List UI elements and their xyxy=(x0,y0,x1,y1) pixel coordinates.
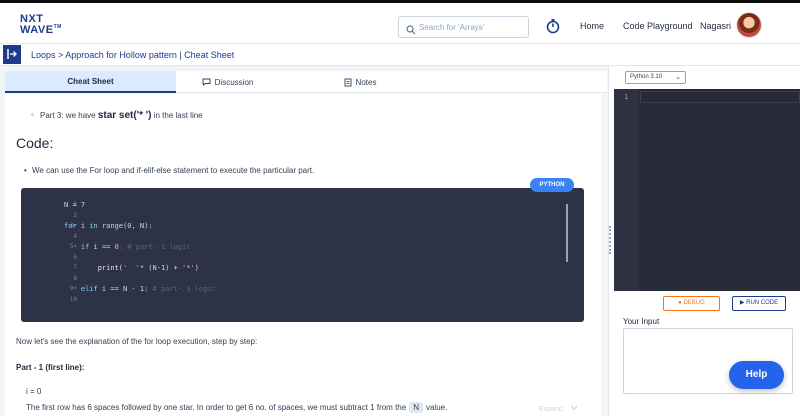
bullet-icon: ◦ xyxy=(31,110,34,119)
inline-code-n: N xyxy=(409,402,423,413)
tab-cheat-sheet[interactable]: Cheat Sheet xyxy=(5,71,176,93)
breadcrumb-bar: Loops > Approach for Hollow pattern | Ch… xyxy=(0,44,800,66)
expand-sidebar-icon xyxy=(7,49,17,59)
search-icon xyxy=(406,22,416,35)
code-heading: Code: xyxy=(16,135,54,151)
code-line-7: print(' '* (N-1) + '*') xyxy=(97,264,199,272)
selected-language: Python 3.10 xyxy=(630,74,663,80)
bug-icon: ● xyxy=(678,300,682,306)
avatar[interactable] xyxy=(736,12,762,38)
part3-text: ◦ Part 3: we have star set('* ') in the … xyxy=(31,110,203,121)
run-code-label: RUN CODE xyxy=(746,300,779,306)
part3-suffix: in the last line xyxy=(151,111,203,120)
nav-home-link[interactable]: Home xyxy=(580,21,604,31)
notes-icon xyxy=(344,78,351,86)
language-select[interactable]: Python 3.10 ⌄ xyxy=(625,71,686,84)
code-block: 1 2 3▾ 4 5▾ 6 7 8 9▾ 10 N = 7 for i in r… xyxy=(21,188,584,413)
code-editor[interactable]: 1 xyxy=(614,89,800,291)
part3-bold: star set('* ') xyxy=(97,110,152,121)
language-badge: PYTHON xyxy=(530,178,574,192)
panel-resize-handle[interactable] xyxy=(609,226,612,254)
part1-heading: Part - 1 (first line): xyxy=(16,363,85,372)
debug-label: DEBUG xyxy=(683,300,705,306)
code-line-9: elif i == N - 1: # part- 3 logic xyxy=(80,285,216,293)
help-button[interactable]: Help xyxy=(729,361,784,389)
i-zero-text: i = 0 xyxy=(26,387,42,396)
code-line-1: N = 7 xyxy=(64,201,86,209)
chevron-down-icon xyxy=(570,405,578,411)
first-row-text: The first row has 6 spaces followed by o… xyxy=(26,402,447,413)
for-loop-sentence: We can use the For loop and if-elif-else… xyxy=(32,166,315,175)
content-tabs: Cheat Sheet Discussion Notes xyxy=(5,71,607,93)
play-icon: ▶ xyxy=(739,300,745,306)
breadcrumb[interactable]: Loops > Approach for Hollow pattern | Ch… xyxy=(31,50,234,60)
editor-line-number: 1 xyxy=(624,93,629,101)
tab-notes[interactable]: Notes xyxy=(310,71,410,93)
user-name[interactable]: Nagasri xyxy=(700,21,731,31)
chevron-down-icon: ⌄ xyxy=(675,74,681,81)
timer-icon[interactable] xyxy=(546,18,560,34)
bullet-icon: • xyxy=(24,166,27,175)
your-input-label: Your Input xyxy=(623,317,660,326)
code-line-5: if i == 0: # part- 1 logic xyxy=(80,243,191,251)
tab-discussion[interactable]: Discussion xyxy=(176,71,279,93)
chat-icon xyxy=(202,78,211,86)
expand-label: Expand xyxy=(539,406,563,413)
logo-line2: WAVETM xyxy=(20,24,62,36)
editor-active-line[interactable] xyxy=(640,91,800,103)
tab-label: Notes xyxy=(355,77,377,87)
sidebar-toggle-button[interactable] xyxy=(3,45,21,64)
explanation-text: Now let's see the explanation of the for… xyxy=(16,337,258,346)
expand-button[interactable]: Expand xyxy=(539,405,581,416)
tab-label: Discussion xyxy=(214,77,254,87)
search-box[interactable] xyxy=(398,16,529,38)
debug-button[interactable]: ● DEBUG xyxy=(663,296,720,311)
cheat-sheet-content: ◦ Part 3: we have star set('* ') in the … xyxy=(5,94,601,416)
tab-label: Cheat Sheet xyxy=(67,76,114,86)
code-lines: N = 7 for i in range(0, N): if i == 0: #… xyxy=(64,201,216,306)
for-loop-text: • We can use the For loop and if-elif-el… xyxy=(24,166,315,175)
code-line-3: for i in range(0, N): xyxy=(64,222,153,230)
nav-code-playground-link[interactable]: Code Playground xyxy=(623,21,693,31)
part3-prefix: Part 3: we have xyxy=(40,111,98,120)
search-input[interactable] xyxy=(419,20,525,35)
top-navbar: NXT WAVETM Home Code Playground Nagasri xyxy=(0,0,800,44)
cheat-sheet-panel: Cheat Sheet Discussion Notes ◦ Part 3: w… xyxy=(0,66,608,416)
run-code-button[interactable]: ▶ RUN CODE xyxy=(732,296,786,311)
first-row-suffix: value. xyxy=(425,403,448,412)
nxtwave-logo[interactable]: NXT WAVETM xyxy=(20,13,64,37)
code-scrollbar[interactable] xyxy=(566,204,568,262)
editor-gutter: 1 xyxy=(614,89,639,291)
first-row-prefix: The first row has 6 spaces followed by o… xyxy=(26,403,407,412)
